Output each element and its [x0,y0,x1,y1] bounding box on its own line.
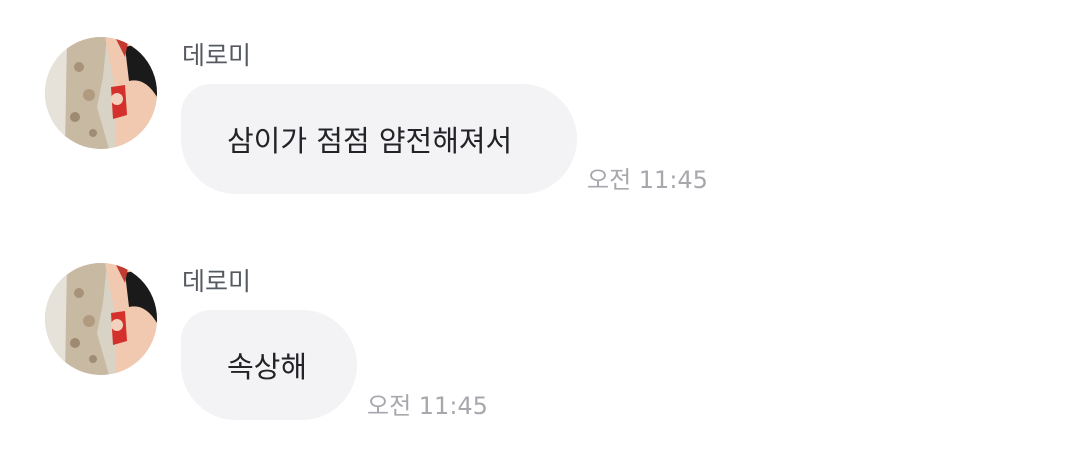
sender-name: 데로미 [182,41,252,70]
message-row: 데로미 속상해 오전 11:45 [0,263,1080,433]
message-bubble[interactable]: 속상해 [181,310,357,420]
message-time: 오전 11:45 [587,166,708,194]
avatar-photo [45,37,157,149]
message-time: 오전 11:45 [367,392,488,420]
message-bubble[interactable]: 삼이가 점점 얌전해져서 [181,84,577,194]
message-row: 데로미 삼이가 점점 얌전해져서 오전 11:45 [0,37,1080,207]
message-text: 속상해 [227,350,308,384]
avatar[interactable] [45,37,157,149]
avatar-photo [45,263,157,375]
sender-name: 데로미 [182,267,252,296]
message-text: 삼이가 점점 얌전해져서 [227,124,513,158]
avatar[interactable] [45,263,157,375]
